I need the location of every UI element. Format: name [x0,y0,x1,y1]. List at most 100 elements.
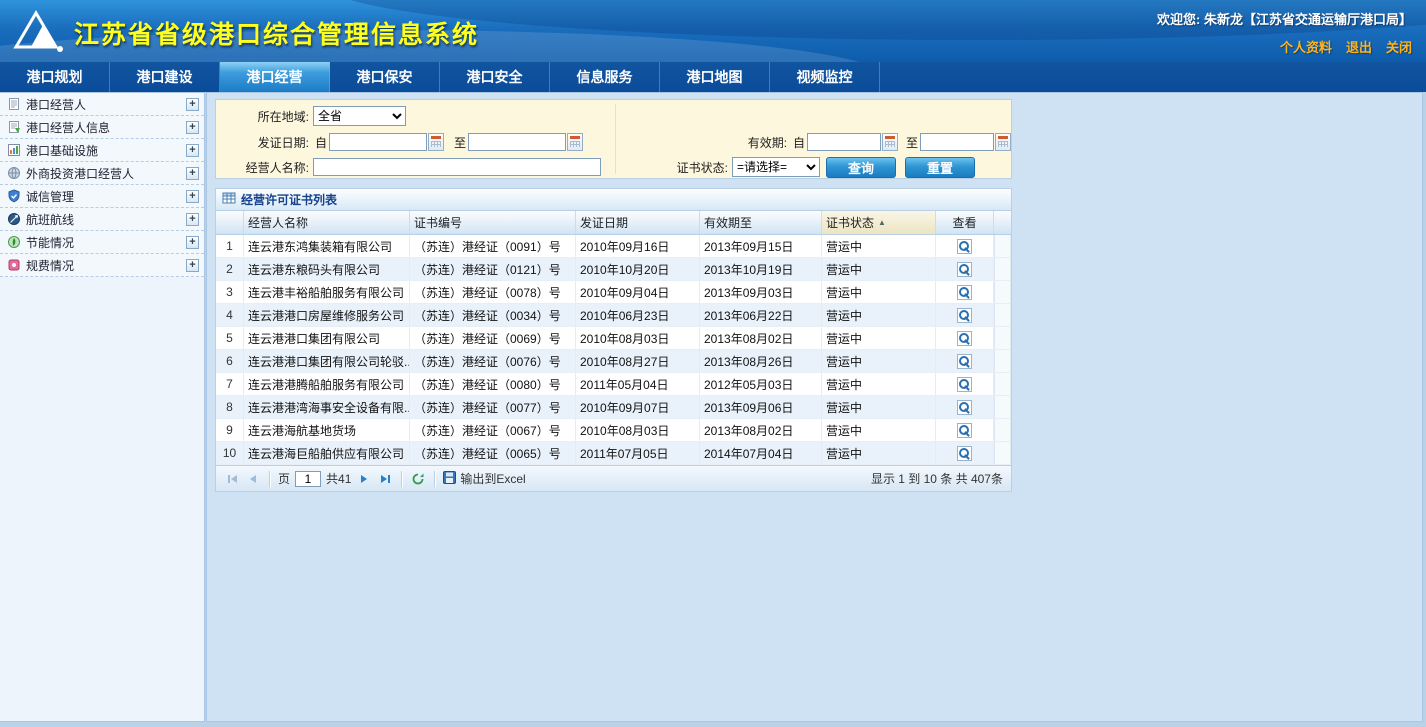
col-header-cert-no[interactable]: 证书编号 [410,211,576,234]
view-icon[interactable] [957,423,972,438]
col-header-issue-date[interactable]: 发证日期 [576,211,700,234]
logout-link[interactable]: 退出 [1346,37,1372,56]
status-cell: 营运中 [822,235,936,257]
sidebar-item-routes[interactable]: 航班航线 + [0,208,204,231]
close-link[interactable]: 关闭 [1386,37,1412,56]
expand-plus-button[interactable]: + [186,144,199,157]
col-header-valid-until[interactable]: 有效期至 [700,211,822,234]
next-page-button[interactable] [356,470,372,488]
nav-tab-port-security[interactable]: 港口保安 [330,62,440,92]
export-excel-button[interactable]: 输出到Excel [443,470,525,487]
nav-tab-port-planning[interactable]: 港口规划 [0,62,110,92]
issue-date-cell: 2011年05月04日 [576,373,700,395]
profile-link[interactable]: 个人资料 [1280,37,1332,56]
app-window: 江苏省省级港口综合管理信息系统 欢迎您: 朱新龙【江苏省交通运输厅港口局】 个人… [0,0,1426,727]
nav-tab-port-map[interactable]: 港口地图 [660,62,770,92]
row-spacer [994,235,1011,257]
pagination-separator [269,471,270,487]
bar-chart-icon [7,143,21,157]
grid-body: 1 连云港东鸿集装箱有限公司 （苏连）港经证（0091）号 2010年09月16… [216,235,1011,465]
view-icon[interactable] [957,262,972,277]
view-icon[interactable] [957,377,972,392]
col-header-view[interactable]: 查看 [936,211,994,234]
expand-plus-button[interactable]: + [186,121,199,134]
view-icon[interactable] [957,354,972,369]
expand-plus-button[interactable]: + [186,190,199,203]
sidebar-item-credit-management[interactable]: 诚信管理 + [0,185,204,208]
region-select[interactable]: 全省 [313,106,406,126]
export-excel-label: 输出到Excel [460,470,525,487]
validity-to-calendar-button[interactable] [995,133,1011,151]
col-header-operator-name[interactable]: 经营人名称 [244,211,410,234]
status-cell: 营运中 [822,350,936,372]
table-row[interactable]: 7 连云港港腾船舶服务有限公司 （苏连）港经证（0080）号 2011年05月0… [216,373,1011,396]
view-icon[interactable] [957,446,972,461]
issue-date-from-input[interactable] [329,133,427,151]
first-page-button[interactable] [224,470,240,488]
table-row[interactable]: 10 连云港海巨船舶供应有限公司 （苏连）港经证（0065）号 2011年07月… [216,442,1011,465]
document-icon [7,97,21,111]
nav-tab-port-safety[interactable]: 港口安全 [440,62,550,92]
shield-icon [7,189,21,203]
sidebar-item-infrastructure[interactable]: 港口基础设施 + [0,139,204,162]
expand-plus-button[interactable]: + [186,98,199,111]
table-row[interactable]: 6 连云港港口集团有限公司轮驳... （苏连）港经证（0076）号 2010年0… [216,350,1011,373]
to-label: 至 [904,134,920,151]
expand-plus-button[interactable]: + [186,259,199,272]
expand-plus-button[interactable]: + [186,167,199,180]
issue-date-to-input[interactable] [468,133,566,151]
sidebar-item-port-operators[interactable]: 港口经营人 + [0,93,204,116]
table-row[interactable]: 9 连云港海航基地货场 （苏连）港经证（0067）号 2010年08月03日 2… [216,419,1011,442]
table-row[interactable]: 4 连云港港口房屋维修服务公司 （苏连）港经证（0034）号 2010年06月2… [216,304,1011,327]
nav-tab-video-monitor[interactable]: 视频监控 [770,62,880,92]
table-row[interactable]: 3 连云港丰裕船舶服务有限公司 （苏连）港经证（0078）号 2010年09月0… [216,281,1011,304]
operator-name-input[interactable] [313,158,601,176]
last-page-button[interactable] [377,470,393,488]
operator-name-cell: 连云港东粮码头有限公司 [244,258,410,280]
row-spacer [994,350,1011,372]
page-input[interactable] [295,471,321,487]
nav-tab-port-operation[interactable]: 港口经营 [220,62,330,92]
view-icon[interactable] [957,331,972,346]
row-spacer [994,281,1011,303]
prev-page-button[interactable] [245,470,261,488]
row-number-cell: 5 [216,327,244,349]
status-cell: 营运中 [822,327,936,349]
sidebar-item-operator-info[interactable]: 港口经营人信息 + [0,116,204,139]
validity-to-input[interactable] [920,133,994,151]
table-row[interactable]: 2 连云港东粮码头有限公司 （苏连）港经证（0121）号 2010年10月20日… [216,258,1011,281]
expand-plus-button[interactable]: + [186,213,199,226]
sidebar-item-label: 规费情况 [26,257,181,274]
table-row[interactable]: 8 连云港港湾海事安全设备有限... （苏连）港经证（0077）号 2010年0… [216,396,1011,419]
sidebar-item-energy-saving[interactable]: 节能情况 + [0,231,204,254]
sidebar-item-foreign-investment[interactable]: 外商投资港口经营人 + [0,162,204,185]
table-icon [222,191,236,208]
operator-name-cell: 连云港海航基地货场 [244,419,410,441]
table-row[interactable]: 5 连云港港口集团有限公司 （苏连）港经证（0069）号 2010年08月03日… [216,327,1011,350]
nav-tab-port-construction[interactable]: 港口建设 [110,62,220,92]
query-button[interactable]: 查询 [826,157,896,178]
sidebar-item-fees[interactable]: 规费情况 + [0,254,204,277]
refresh-button[interactable] [410,470,426,488]
validity-from-input[interactable] [807,133,881,151]
issue-date-from-calendar-button[interactable] [428,133,444,151]
table-row[interactable]: 1 连云港东鸿集装箱有限公司 （苏连）港经证（0091）号 2010年09月16… [216,235,1011,258]
view-icon[interactable] [957,308,972,323]
sidebar-item-label: 港口经营人信息 [26,119,181,136]
expand-plus-button[interactable]: + [186,236,199,249]
main-nav-bar: 港口规划 港口建设 港口经营 港口保安 港口安全 信息服务 港口地图 视频监控 [0,62,1426,92]
col-header-cert-status[interactable]: 证书状态 ▲ [822,211,936,234]
validity-from-calendar-button[interactable] [882,133,898,151]
view-icon[interactable] [957,285,972,300]
save-disk-icon [443,471,456,487]
issue-date-to-calendar-button[interactable] [567,133,583,151]
cert-status-select[interactable]: =请选择= [732,157,820,177]
cert-no-cell: （苏连）港经证（0077）号 [410,396,576,418]
row-spacer [994,396,1011,418]
reset-button[interactable]: 重置 [905,157,975,178]
view-icon[interactable] [957,239,972,254]
row-number-cell: 6 [216,350,244,372]
search-row-name-status: 经营人名称: 证书状态: =请选择= 查询 重置 [216,155,1011,179]
nav-tab-info-service[interactable]: 信息服务 [550,62,660,92]
view-icon[interactable] [957,400,972,415]
